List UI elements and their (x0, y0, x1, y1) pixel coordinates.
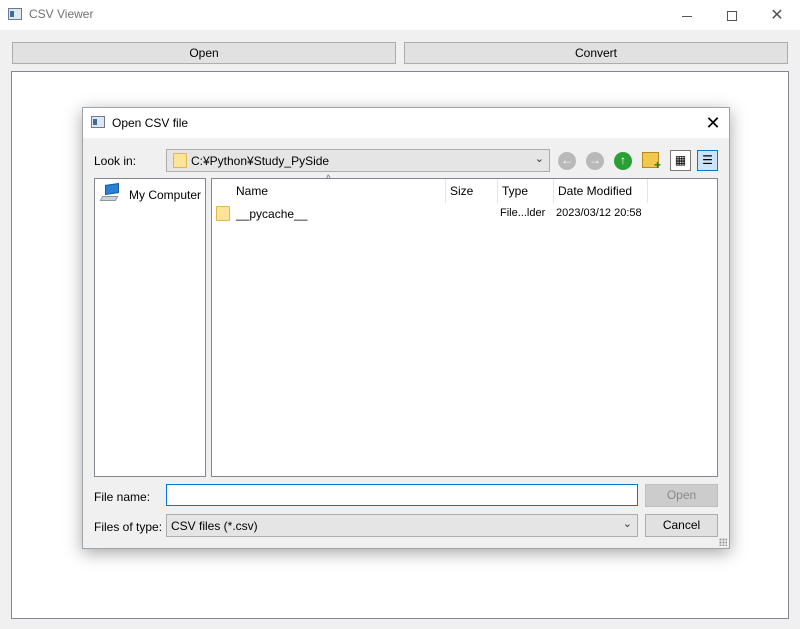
file-date-cell: 2023/03/12 20:58 (556, 207, 642, 219)
minimize-icon (682, 15, 692, 17)
chevron-down-icon: ⌄ (622, 518, 632, 530)
parent-directory-icon[interactable]: ↑ (614, 152, 632, 170)
dialog-open-button[interactable]: Open (645, 484, 718, 507)
chevron-down-icon: ⌄ (534, 153, 544, 165)
back-arrow-icon[interactable]: ← (558, 152, 576, 170)
forward-arrow-icon[interactable]: → (586, 152, 604, 170)
open-file-dialog: Open CSV file ✕ Look in: C:¥Python¥Study… (82, 107, 730, 549)
file-name-input[interactable] (166, 484, 638, 506)
detail-view-icon[interactable]: ☰ (697, 150, 718, 171)
close-icon: ✕ (770, 7, 784, 24)
file-type-value: CSV files (*.csv) (171, 519, 258, 533)
sidebar-item-my-computer[interactable]: My Computer (129, 188, 201, 202)
file-list: ^ Name Size Type Date Modified __pycache… (211, 174, 718, 477)
open-button[interactable]: Open (12, 42, 396, 64)
dialog-app-icon (91, 116, 105, 128)
dialog-close-button[interactable]: ✕ (699, 111, 727, 135)
icon-view-icon[interactable]: ▦ (670, 150, 691, 171)
look-in-combobox[interactable]: C:¥Python¥Study_PySide ⌄ (166, 149, 550, 172)
folder-icon (173, 153, 187, 168)
look-in-path: C:¥Python¥Study_PySide (191, 154, 330, 168)
column-header-name[interactable]: Name (232, 179, 446, 203)
file-name-label: File name: (94, 490, 151, 504)
table-row[interactable]: __pycache__ File...lder 2023/03/12 20:58 (212, 203, 717, 225)
file-name-cell: __pycache__ (236, 207, 308, 221)
main-title-bar: CSV Viewer ✕ (0, 0, 800, 30)
file-type-combobox[interactable]: CSV files (*.csv) ⌄ (166, 514, 638, 537)
convert-button[interactable]: Convert (404, 42, 788, 64)
column-header-type[interactable]: Type (498, 179, 554, 203)
folder-icon (216, 206, 230, 221)
minimize-button[interactable] (664, 0, 710, 30)
dialog-title: Open CSV file (112, 116, 189, 130)
dialog-title-bar: Open CSV file ✕ (83, 108, 729, 138)
sidebar: My Computer (94, 178, 206, 477)
column-header-date-modified[interactable]: Date Modified (554, 179, 648, 203)
file-type-cell: File...lder (500, 207, 546, 219)
new-folder-icon[interactable]: + (642, 152, 661, 171)
maximize-button[interactable] (709, 0, 755, 30)
maximize-icon (727, 11, 737, 22)
file-type-label: Files of type: (94, 520, 163, 534)
dialog-cancel-button[interactable]: Cancel (645, 514, 718, 537)
window-close-button[interactable]: ✕ (754, 0, 800, 30)
resize-grip-icon[interactable] (719, 538, 727, 546)
column-header-size[interactable]: Size (446, 179, 498, 203)
computer-icon (99, 183, 121, 204)
window-title: CSV Viewer (29, 7, 94, 21)
app-icon (8, 8, 22, 20)
look-in-label: Look in: (94, 154, 137, 168)
